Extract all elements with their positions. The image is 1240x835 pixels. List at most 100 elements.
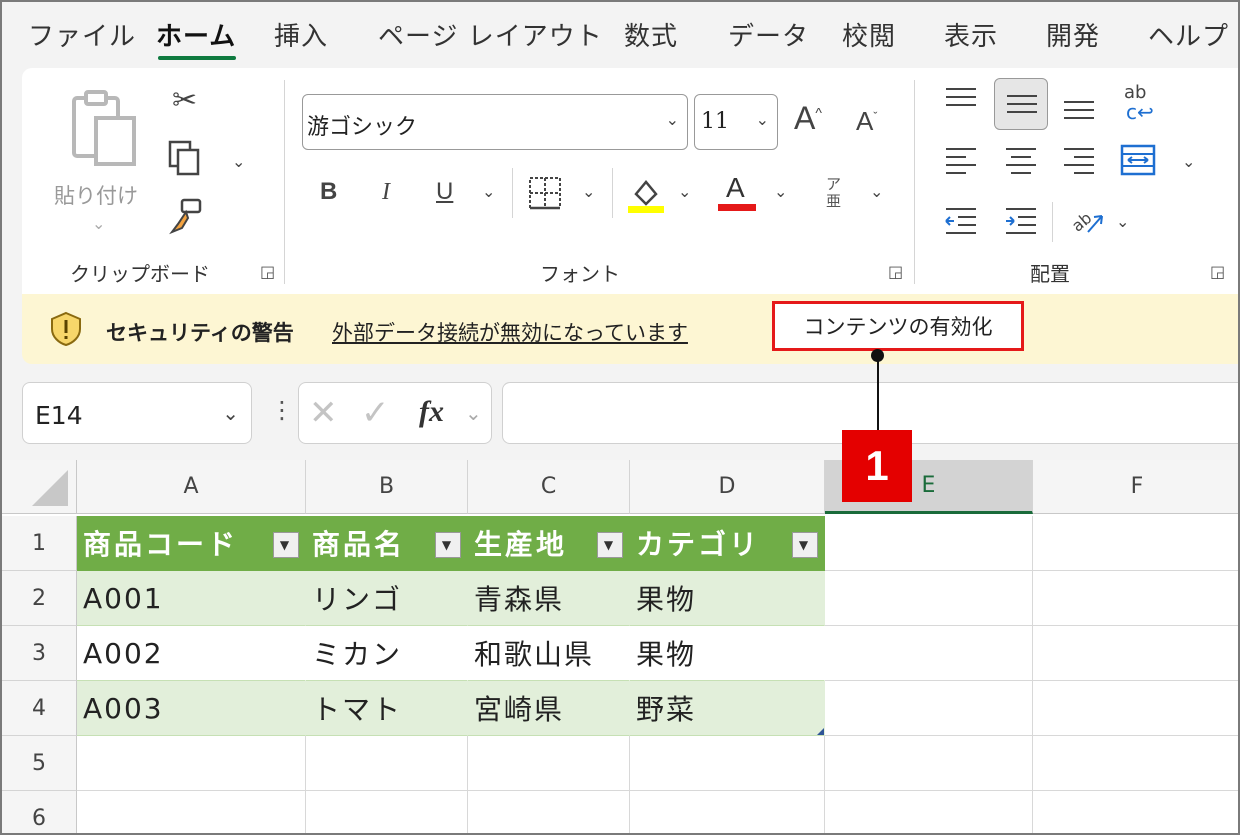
underline-button[interactable]: U	[436, 180, 453, 204]
grid-cell[interactable]	[1033, 516, 1238, 571]
phonetic-dropdown-icon[interactable]: ⌄	[870, 182, 883, 201]
table-cell[interactable]: 果物	[630, 571, 825, 626]
table-cell[interactable]: A001	[77, 571, 306, 626]
table-cell[interactable]: 果物	[630, 626, 825, 681]
grid-cell[interactable]	[468, 736, 630, 791]
more-options-icon[interactable]: ⋮	[270, 396, 294, 424]
row-header-4[interactable]: 4	[2, 681, 77, 736]
grid-cell[interactable]	[825, 681, 1033, 736]
tab-developer[interactable]: 開発	[1046, 16, 1100, 53]
table-header-cell[interactable]: カテゴリ ▼	[630, 516, 825, 571]
font-color-button[interactable]: A	[718, 168, 758, 214]
row-header-5[interactable]: 5	[2, 736, 77, 791]
orientation-icon[interactable]: ab	[1066, 202, 1106, 238]
borders-icon[interactable]	[528, 176, 562, 210]
increase-indent-icon[interactable]	[1004, 206, 1038, 236]
table-header-cell[interactable]: 商品名 ▼	[306, 516, 468, 571]
row-header-1[interactable]: 1	[2, 516, 77, 571]
grid-cell[interactable]	[825, 791, 1033, 833]
fx-dropdown-icon[interactable]: ⌄	[465, 401, 482, 425]
align-bottom-icon[interactable]	[1062, 92, 1096, 122]
tab-home[interactable]: ホーム	[156, 16, 236, 53]
filter-dropdown-icon[interactable]: ▼	[792, 532, 818, 558]
shrink-font-icon[interactable]: Aˇ	[856, 108, 877, 134]
underline-dropdown-icon[interactable]: ⌄	[482, 182, 495, 201]
align-middle-button[interactable]	[994, 78, 1048, 130]
grow-font-icon[interactable]: A^	[794, 102, 822, 134]
row-header-2[interactable]: 2	[2, 571, 77, 626]
font-color-dropdown-icon[interactable]: ⌄	[774, 182, 787, 201]
align-center-icon[interactable]	[1004, 146, 1038, 176]
grid-cell[interactable]	[306, 736, 468, 791]
clipboard-launcher-icon[interactable]: ◲	[260, 262, 275, 281]
align-top-icon[interactable]	[944, 86, 978, 112]
fill-color-dropdown-icon[interactable]: ⌄	[678, 182, 691, 201]
table-cell[interactable]: 野菜	[630, 681, 825, 736]
grid-cell[interactable]	[630, 736, 825, 791]
tab-formulas[interactable]: 数式	[624, 16, 678, 53]
grid-cell[interactable]	[77, 736, 306, 791]
grid-cell[interactable]	[1033, 736, 1238, 791]
merge-center-icon[interactable]	[1120, 144, 1156, 176]
grid-cell[interactable]	[825, 626, 1033, 681]
grid-cell[interactable]	[630, 791, 825, 833]
table-cell[interactable]: 宮崎県	[468, 681, 630, 736]
decrease-indent-icon[interactable]	[944, 206, 978, 236]
row-header-6[interactable]: 6	[2, 791, 77, 833]
align-right-icon[interactable]	[1062, 146, 1096, 176]
table-cell[interactable]: 青森県	[468, 571, 630, 626]
tab-view[interactable]: 表示	[944, 16, 998, 53]
copy-dropdown-icon[interactable]: ⌄	[232, 152, 245, 171]
fill-color-icon[interactable]	[626, 174, 666, 214]
tab-page-layout[interactable]: ページ レイアウト	[378, 16, 603, 53]
merge-dropdown-icon[interactable]: ⌄	[1182, 152, 1195, 171]
alignment-launcher-icon[interactable]: ◲	[1210, 262, 1225, 281]
tab-review[interactable]: 校閲	[842, 16, 896, 53]
table-cell[interactable]: 和歌山県	[468, 626, 630, 681]
filter-dropdown-icon[interactable]: ▼	[597, 532, 623, 558]
column-header-f[interactable]: F	[1033, 460, 1238, 514]
format-painter-icon[interactable]	[168, 198, 204, 236]
tab-help[interactable]: ヘルプ	[1148, 16, 1229, 53]
orientation-dropdown-icon[interactable]: ⌄	[1116, 212, 1129, 231]
filter-dropdown-icon[interactable]: ▼	[435, 532, 461, 558]
filter-dropdown-icon[interactable]: ▼	[273, 532, 299, 558]
font-name-select[interactable]: 游ゴシック ⌄	[302, 94, 688, 150]
table-cell[interactable]: リンゴ	[306, 571, 468, 626]
grid-cell[interactable]	[1033, 626, 1238, 681]
tab-file[interactable]: ファイル	[28, 16, 136, 53]
grid-cell[interactable]	[1033, 681, 1238, 736]
table-cell[interactable]: トマト	[306, 681, 468, 736]
table-header-cell[interactable]: 生産地 ▼	[468, 516, 630, 571]
column-header-a[interactable]: A	[77, 460, 306, 514]
borders-dropdown-icon[interactable]: ⌄	[582, 182, 595, 201]
name-box-dropdown-icon[interactable]: ⌄	[222, 401, 239, 425]
font-launcher-icon[interactable]: ◲	[888, 262, 903, 281]
grid-cell[interactable]	[825, 571, 1033, 626]
align-left-icon[interactable]	[944, 146, 978, 176]
grid-cell[interactable]	[1033, 791, 1238, 833]
grid-cell[interactable]	[1033, 571, 1238, 626]
row-header-3[interactable]: 3	[2, 626, 77, 681]
grid-cell[interactable]	[825, 736, 1033, 791]
table-cell[interactable]: A002	[77, 626, 306, 681]
confirm-icon[interactable]: ✓	[361, 393, 390, 433]
copy-icon[interactable]	[168, 140, 202, 176]
table-cell[interactable]: ミカン	[306, 626, 468, 681]
column-header-b[interactable]: B	[306, 460, 468, 514]
phonetic-guide-icon[interactable]: ア亜	[826, 176, 844, 210]
grid-cell[interactable]	[825, 516, 1033, 571]
grid-cell[interactable]	[306, 791, 468, 833]
cancel-icon[interactable]: ✕	[309, 393, 338, 433]
tab-insert[interactable]: 挿入	[274, 16, 328, 53]
column-header-d[interactable]: D	[630, 460, 825, 514]
table-cell[interactable]: A003	[77, 681, 306, 736]
insert-function-icon[interactable]: fx	[419, 395, 444, 429]
font-size-select[interactable]: 11 ⌄	[694, 94, 778, 150]
enable-content-button[interactable]: コンテンツの有効化	[772, 301, 1024, 351]
bold-button[interactable]: B	[320, 180, 337, 204]
select-all-corner[interactable]	[2, 460, 77, 514]
wrap-text-icon[interactable]: ab c↩	[1122, 82, 1162, 126]
paste-button[interactable]: 貼り付け ⌄	[50, 82, 150, 233]
table-header-cell[interactable]: 商品コード ▼	[77, 516, 306, 571]
